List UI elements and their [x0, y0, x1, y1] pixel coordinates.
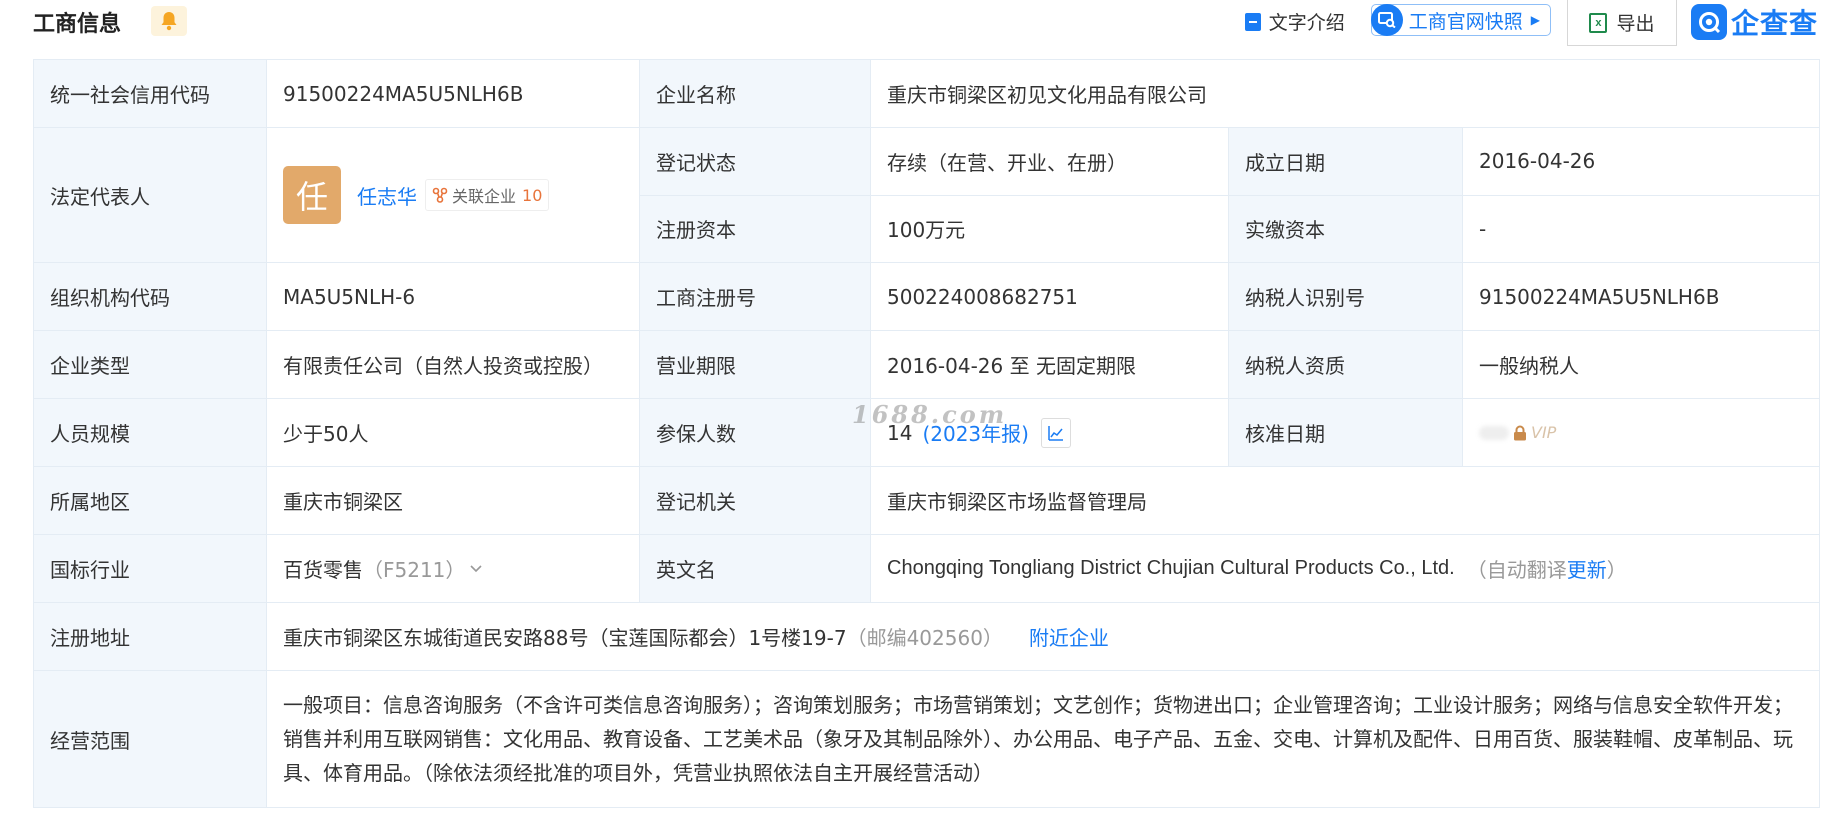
credit-code-label: 统一社会信用代码: [34, 60, 267, 127]
industry-value: 百货零售: [283, 558, 363, 582]
trend-chart-icon: [1048, 425, 1063, 441]
nearby-companies-link[interactable]: 附近企业: [1029, 622, 1109, 651]
reg-authority-label: 登记机关: [640, 467, 871, 534]
paid-capital-label: 实缴资本: [1229, 195, 1463, 262]
table-row: 企业类型 有限责任公司（自然人投资或控股） 营业期限 2016-04-26 至 …: [34, 331, 1819, 399]
postcode: （邮编402560）: [846, 626, 1003, 650]
company-name-label: 企业名称: [640, 60, 871, 127]
table-row: 统一社会信用代码 91500224MA5U5NLH6B 企业名称 重庆市铜梁区初…: [34, 60, 1819, 128]
business-info-table: 统一社会信用代码 91500224MA5U5NLH6B 企业名称 重庆市铜梁区初…: [33, 59, 1820, 808]
official-snapshot-label: 工商官网快照: [1408, 10, 1523, 33]
biz-reg-no-value: 500224008682751: [871, 263, 1229, 330]
table-row: 注册资本 100万元 实缴资本 -: [640, 195, 1819, 262]
reg-capital-value: 100万元: [871, 195, 1229, 262]
insured-label: 参保人数: [640, 399, 871, 466]
table-row: 所属地区 重庆市铜梁区 登记机关 重庆市铜梁区市场监督管理局: [34, 467, 1819, 535]
table-row: 经营范围 一般项目：信息咨询服务（不含许可类信息咨询服务）；咨询策划服务；市场营…: [34, 671, 1819, 807]
triangle-right-icon: ▶: [1530, 13, 1540, 27]
avatar: 任: [283, 166, 341, 224]
region-value: 重庆市铜梁区: [267, 467, 640, 534]
section-header: 工商信息 文字介绍 工商官网快照 ▶ x 导出 企查查: [33, 0, 1818, 46]
industry-code: （F5211）: [363, 558, 466, 582]
snapshot-icon: [1370, 3, 1403, 36]
company-name-value: 重庆市铜梁区初见文化用品有限公司: [887, 83, 1207, 107]
scope-value: 一般项目：信息咨询服务（不含许可类信息咨询服务）；咨询策划服务；市场营销策划；文…: [283, 693, 1793, 785]
org-code-value: MA5U5NLH-6: [267, 263, 640, 330]
company-type-value: 有限责任公司（自然人投资或控股）: [267, 331, 640, 398]
org-code-label: 组织机构代码: [34, 263, 267, 330]
legal-rep-side-rows: 登记状态 存续（在营、开业、在册） 成立日期 2016-04-26 注册资本 1…: [640, 128, 1819, 262]
address-cell: 重庆市铜梁区东城街道民安路88号（宝莲国际都会）1号楼19-7 （邮编40256…: [267, 603, 1819, 670]
update-link[interactable]: 更新: [1567, 554, 1607, 583]
industry-cell[interactable]: 百货零售 （F5211）: [267, 535, 640, 602]
text-intro-label: 文字介绍: [1268, 12, 1345, 34]
english-name-label: 英文名: [640, 535, 871, 602]
header-toolbar: 文字介绍 工商官网快照 ▶ x 导出 企查查: [1244, 0, 1818, 46]
paid-capital-value: -: [1479, 216, 1487, 241]
qcc-logo-icon: [1690, 4, 1727, 40]
business-info-page: 工商信息 文字介绍 工商官网快照 ▶ x 导出 企查查 统一社会信用代码 915…: [0, 0, 1843, 830]
taxpayer-id-label: 纳税人识别号: [1229, 263, 1463, 330]
company-type-label: 企业类型: [34, 331, 267, 398]
trend-chart-button[interactable]: [1040, 417, 1071, 448]
bell-icon: [161, 12, 177, 31]
text-intro-button[interactable]: 文字介绍: [1244, 8, 1345, 35]
vip-label: VIP: [1531, 423, 1557, 442]
related-companies-badge[interactable]: 关联企业 10: [425, 179, 550, 211]
staff-size-label: 人员规模: [34, 399, 267, 466]
network-icon: [432, 187, 448, 203]
industry-label: 国标行业: [34, 535, 267, 602]
taxpayer-qual-label: 纳税人资质: [1229, 331, 1463, 398]
founded-value: 2016-04-26: [1479, 149, 1596, 174]
table-row: 登记状态 存续（在营、开业、在册） 成立日期 2016-04-26: [640, 128, 1819, 196]
section-title: 工商信息: [33, 12, 122, 37]
legal-rep-cell: 任 任志华 关联企业 10: [267, 128, 640, 262]
watermark: 1688.com: [852, 400, 1008, 429]
lock-icon: [1514, 425, 1526, 440]
related-label: 关联企业: [452, 187, 517, 206]
document-icon: [1244, 12, 1261, 31]
chevron-down-icon[interactable]: [469, 564, 483, 574]
auto-translate-note: （自动翻译: [1466, 558, 1567, 582]
biz-reg-no-label: 工商注册号: [640, 263, 871, 330]
credit-code-value: 91500224MA5U5NLH6B: [267, 60, 640, 127]
related-count: 10: [522, 185, 543, 205]
legal-rep-label: 法定代表人: [34, 128, 267, 262]
english-name-value: Chongqing Tongliang District Chujian Cul…: [887, 557, 1455, 579]
table-row: 组织机构代码 MA5U5NLH-6 工商注册号 500224008682751 …: [34, 263, 1819, 331]
brand-logo: 企查查: [1690, 2, 1818, 42]
biz-term-value: 2016-04-26 至 无固定期限: [871, 331, 1229, 398]
approved-date-label: 核准日期: [1229, 399, 1463, 466]
address-value: 重庆市铜梁区东城街道民安路88号（宝莲国际都会）1号楼19-7: [283, 626, 847, 650]
official-snapshot-button[interactable]: 工商官网快照 ▶: [1370, 3, 1551, 36]
legal-rep-block: 法定代表人 任 任志华 关联企业 10 登记状态 存续（在营、开业、在册） 成立…: [34, 128, 1819, 263]
reg-capital-label: 注册资本: [640, 195, 871, 262]
address-label: 注册地址: [34, 603, 267, 670]
table-row: 国标行业 百货零售 （F5211） 英文名 Chongqing Tonglian…: [34, 535, 1819, 603]
biz-term-label: 营业期限: [640, 331, 871, 398]
scope-label: 经营范围: [34, 671, 267, 807]
table-row: 注册地址 重庆市铜梁区东城街道民安路88号（宝莲国际都会）1号楼19-7 （邮编…: [34, 603, 1819, 671]
taxpayer-qual-value: 一般纳税人: [1479, 354, 1579, 378]
taxpayer-id-value: 91500224MA5U5NLH6B: [1479, 284, 1720, 309]
founded-label: 成立日期: [1229, 128, 1463, 195]
reg-status-label: 登记状态: [640, 128, 871, 195]
blurred-value: [1479, 425, 1509, 440]
reg-authority-value: 重庆市铜梁区市场监督管理局: [887, 490, 1147, 514]
approved-date-cell[interactable]: VIP: [1463, 399, 1819, 466]
staff-size-value: 少于50人: [267, 399, 640, 466]
bell-button[interactable]: [151, 6, 187, 36]
vip-locked-value[interactable]: VIP: [1479, 423, 1556, 442]
legal-rep-name-link[interactable]: 任志华: [357, 181, 417, 210]
region-label: 所属地区: [34, 467, 267, 534]
excel-icon: x: [1589, 12, 1608, 33]
export-button[interactable]: x 导出: [1566, 0, 1677, 46]
brand-name: 企查查: [1730, 7, 1818, 40]
reg-status-value: 存续（在营、开业、在册）: [871, 128, 1229, 195]
english-name-cell: Chongqing Tongliang District Chujian Cul…: [871, 535, 1819, 602]
export-label: 导出: [1616, 13, 1655, 35]
close-paren: ）: [1606, 558, 1627, 582]
